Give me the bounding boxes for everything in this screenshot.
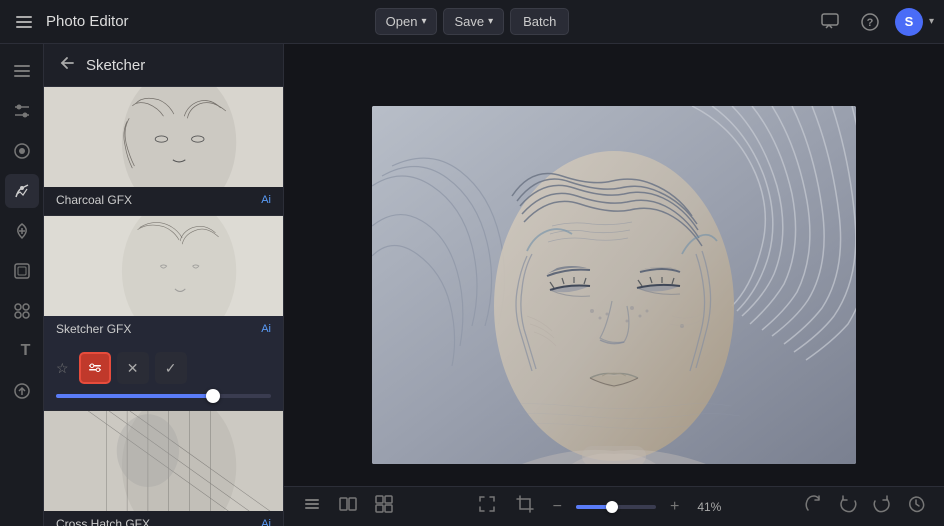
filter-label-crosshatch: Cross Hatch GFX <box>56 517 150 526</box>
undo-button[interactable] <box>834 492 862 521</box>
app-title: Photo Editor <box>46 13 129 30</box>
slider-thumb <box>206 389 220 403</box>
icon-nav: T <box>0 44 44 526</box>
nav-adjustments-icon[interactable] <box>5 94 39 128</box>
grid-view-button[interactable] <box>370 492 398 521</box>
nav-text-icon[interactable]: T <box>5 334 39 368</box>
bottom-right-actions <box>800 492 930 521</box>
compare-view-button[interactable] <box>334 492 362 521</box>
canvas-area: − + 41% <box>284 44 944 526</box>
main-area: T Sketcher <box>0 44 944 526</box>
filter-intensity-slider[interactable] <box>56 394 271 398</box>
topbar-right: ? S ▾ <box>569 7 934 37</box>
filter-label-sketcher: Sketcher GFX <box>56 322 131 336</box>
panel-title: Sketcher <box>86 57 145 74</box>
nav-frames-icon[interactable] <box>5 254 39 288</box>
back-button[interactable] <box>56 54 78 76</box>
zoom-out-button[interactable]: − <box>549 496 566 518</box>
nav-preview-icon[interactable] <box>5 134 39 168</box>
nav-healing-icon[interactable] <box>5 214 39 248</box>
topbar-center: Open ▾ Save ▾ Batch <box>375 8 570 35</box>
avatar-chevron-icon[interactable]: ▾ <box>929 16 934 27</box>
nav-layers-icon[interactable] <box>5 54 39 88</box>
avatar[interactable]: S <box>895 8 923 36</box>
filter-thumb-sketcher <box>44 216 283 316</box>
zoom-slider-thumb <box>606 501 618 513</box>
filter-item-crosshatch[interactable]: Cross Hatch GFX Ai <box>44 411 283 526</box>
favorite-button[interactable]: ☆ <box>56 360 69 377</box>
filter-settings-button[interactable] <box>79 352 111 384</box>
nav-export-icon[interactable] <box>5 374 39 408</box>
open-button[interactable]: Open ▾ <box>375 8 438 35</box>
bottom-left-tools <box>298 492 398 521</box>
filter-controls: ☆ ✕ ✓ <box>44 344 283 410</box>
fit-canvas-button[interactable] <box>473 492 501 521</box>
ai-badge-sketcher: Ai <box>261 323 271 335</box>
filter-label-row-crosshatch: Cross Hatch GFX Ai <box>44 511 283 526</box>
filter-controls-top: ☆ ✕ ✓ <box>56 352 271 384</box>
bottom-center-zoom: − + 41% <box>473 492 726 521</box>
nav-objects-icon[interactable] <box>5 294 39 328</box>
save-button[interactable]: Save ▾ <box>443 8 504 35</box>
topbar-left: Photo Editor <box>10 12 375 32</box>
canvas-image <box>372 106 856 464</box>
panel-list: Charcoal GFX Ai <box>44 87 283 526</box>
redo-button[interactable] <box>868 492 896 521</box>
bottom-bar: − + 41% <box>284 486 944 526</box>
help-icon-button[interactable]: ? <box>855 7 885 37</box>
panel-header: Sketcher <box>44 44 283 87</box>
filter-label-charcoal: Charcoal GFX <box>56 193 132 207</box>
reset-button[interactable] <box>902 492 930 521</box>
filter-confirm-button[interactable]: ✓ <box>155 352 187 384</box>
filter-thumb-charcoal <box>44 87 283 187</box>
crop-button[interactable] <box>511 492 539 521</box>
batch-button[interactable]: Batch <box>510 8 569 35</box>
svg-text:?: ? <box>867 17 874 29</box>
chat-icon-button[interactable] <box>815 7 845 37</box>
ai-badge-charcoal: Ai <box>261 194 271 206</box>
filter-cancel-button[interactable]: ✕ <box>117 352 149 384</box>
zoom-slider[interactable] <box>576 505 656 509</box>
topbar: Photo Editor Open ▾ Save ▾ Batch ? S ▾ <box>0 0 944 44</box>
nav-effects-icon[interactable] <box>5 174 39 208</box>
filter-item-charcoal[interactable]: Charcoal GFX Ai <box>44 87 283 216</box>
zoom-in-button[interactable]: + <box>666 496 683 518</box>
zoom-level: 41% <box>693 500 725 514</box>
ai-badge-crosshatch: Ai <box>261 518 271 526</box>
zoom-slider-fill <box>576 505 608 509</box>
filter-label-row-charcoal: Charcoal GFX Ai <box>44 187 283 215</box>
layer-view-button[interactable] <box>298 492 326 521</box>
rotate-button[interactable] <box>800 492 828 521</box>
filter-thumb-crosshatch <box>44 411 283 511</box>
filter-item-sketcher[interactable]: Sketcher GFX Ai ☆ <box>44 216 283 411</box>
filter-label-row-sketcher: Sketcher GFX Ai <box>44 316 283 344</box>
menu-button[interactable] <box>10 12 38 32</box>
panel: Sketcher <box>44 44 284 526</box>
